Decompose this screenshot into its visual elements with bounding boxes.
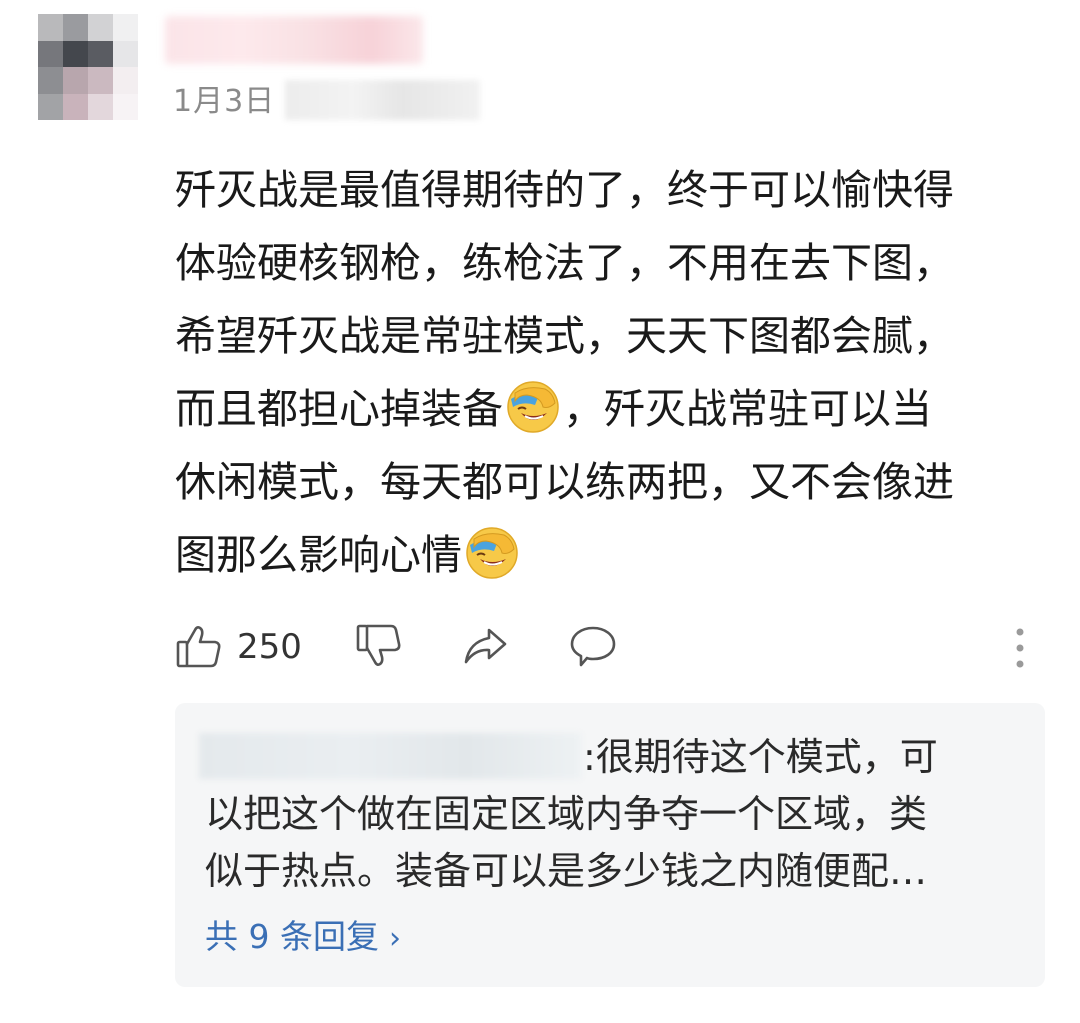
comment-body: 歼灭战是最值得期待的了，终于可以愉快得 体验硬核钢枪，练枪法了，不用在去下图， … bbox=[175, 154, 1045, 592]
username-redacted[interactable] bbox=[165, 16, 423, 64]
reply-count-label: 共 9 条回复 bbox=[205, 917, 379, 956]
thumbs-up-icon[interactable] bbox=[175, 622, 223, 670]
comment-line: 而且都担心掉装备 ，歼灭战常驻可以当 bbox=[175, 373, 1045, 446]
comment-segment: ，歼灭战常驻可以当 bbox=[563, 385, 932, 433]
comment-bubble-icon[interactable] bbox=[569, 622, 617, 670]
comment-segment: 图那么影响心情 bbox=[175, 531, 462, 579]
reply-line: :很期待这个模式，可 bbox=[583, 735, 938, 779]
view-all-replies-link[interactable]: 共 9 条回复 › bbox=[205, 914, 401, 962]
share-icon[interactable] bbox=[461, 622, 509, 670]
comment-line: 体验硬核钢枪，练枪法了，不用在去下图， bbox=[175, 239, 954, 287]
chevron-right-icon: › bbox=[388, 921, 401, 956]
facepalm-laugh-emoji-icon bbox=[505, 379, 561, 435]
comment-line: 休闲模式，每天都可以练两把，又不会像进 bbox=[175, 458, 954, 506]
facepalm-laugh-emoji-icon bbox=[464, 525, 520, 581]
reply-line: 以把这个做在固定区域内争夺一个区域，类 bbox=[205, 792, 928, 836]
avatar[interactable] bbox=[38, 14, 138, 120]
comment-line: 图那么影响心情 bbox=[175, 519, 1045, 592]
reply-line: 似于热点。装备可以是多少钱之内随便配… bbox=[205, 849, 928, 893]
replies-preview[interactable]: :很期待这个模式，可 以把这个做在固定区域内争夺一个区域，类 似于热点。装备可以… bbox=[175, 703, 1045, 987]
reply-preview-text: :很期待这个模式，可 以把这个做在固定区域内争夺一个区域，类 似于热点。装备可以… bbox=[205, 729, 1035, 900]
comment-segment: 而且都担心掉装备 bbox=[175, 385, 503, 433]
location-redacted bbox=[285, 80, 480, 120]
thumbs-down-icon[interactable] bbox=[355, 622, 403, 670]
like-count: 250 bbox=[237, 627, 302, 667]
vertical-dots-icon[interactable] bbox=[1011, 626, 1029, 670]
comment-action-bar: 250 bbox=[175, 618, 1035, 678]
comment-line: 歼灭战是最值得期待的了，终于可以愉快得 bbox=[175, 166, 954, 214]
comment-line: 希望歼灭战是常驻模式，天天下图都会腻， bbox=[175, 312, 954, 360]
comment-date: 1月3日 bbox=[173, 84, 276, 119]
